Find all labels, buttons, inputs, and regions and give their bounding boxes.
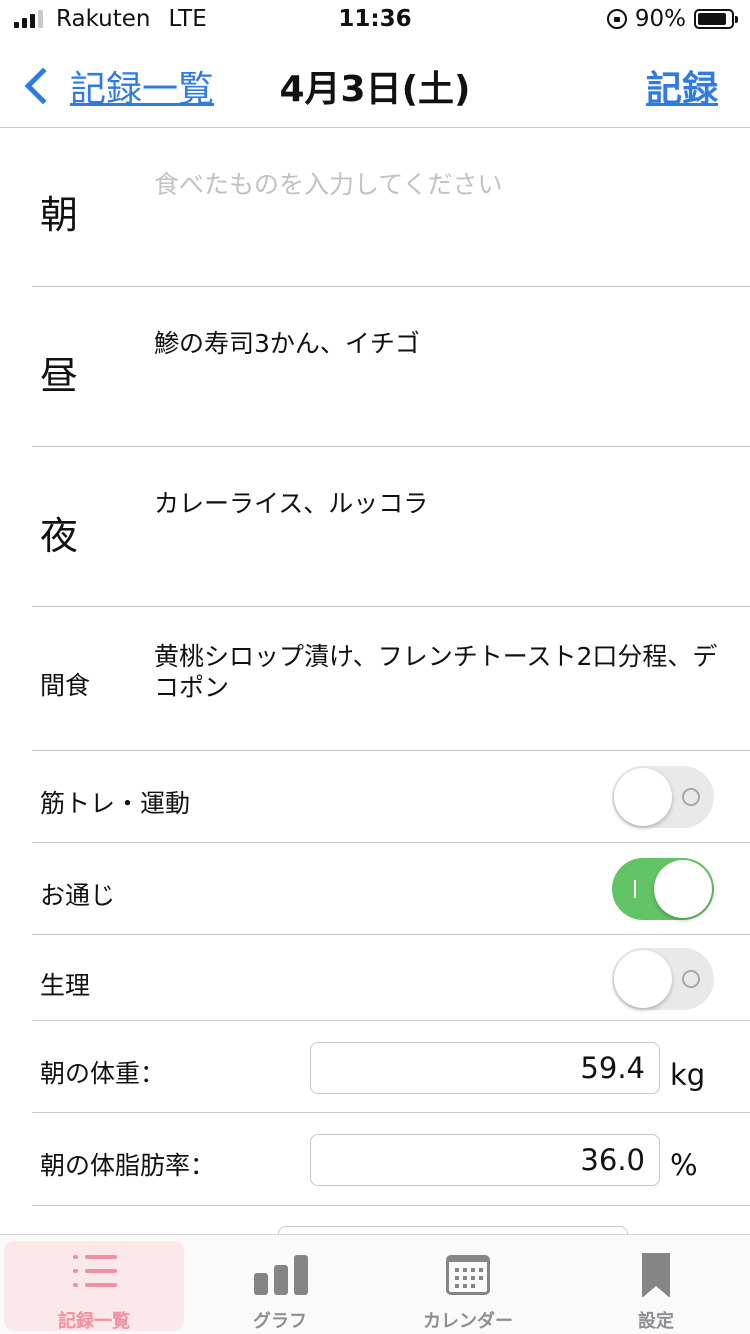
weight-input[interactable]: 59.4 [310,1042,660,1094]
tab-settings[interactable]: 設定 [566,1241,746,1332]
bodyfat-input[interactable]: 36.0 [310,1134,660,1186]
meal-row-lunch[interactable]: 昼 鯵の寿司3かん、イチゴ [32,288,750,447]
orientation-lock-icon [606,9,627,29]
meal-row-snack[interactable]: 間食 黄桃シロップ漬け、フレンチトースト2口分程、デコポン [32,608,750,751]
meal-input-dinner[interactable]: カレーライス、ルッコラ [154,488,724,519]
meal-input-breakfast[interactable]: 食べたものを入力してください [154,169,724,200]
meal-input-snack[interactable]: 黄桃シロップ漬け、フレンチトースト2口分程、デコポン [154,641,724,703]
list-icon [73,1253,117,1289]
period-toggle[interactable] [612,948,714,1010]
tab-record-list[interactable]: 記録一覧 [4,1241,184,1332]
meal-label: 朝 [40,193,79,237]
bookmark-icon [642,1253,670,1298]
meal-input-lunch[interactable]: 鯵の寿司3かん、イチゴ [154,328,724,359]
meal-label: 夜 [40,514,79,558]
exercise-toggle[interactable] [612,766,714,828]
bodyfat-unit: % [670,1148,698,1182]
bowel-toggle[interactable] [612,858,714,920]
tab-graph[interactable]: グラフ [190,1241,370,1332]
meal-row-dinner[interactable]: 夜 カレーライス、ルッコラ [32,448,750,607]
measurement-label: 朝の体重： [40,1059,166,1088]
weight-unit: kg [670,1058,706,1092]
tab-label: グラフ [253,1311,307,1332]
toggle-label: 筋トレ・運動 [40,789,191,818]
measurement-label: 朝の体脂肪率： [40,1151,216,1180]
battery-icon [694,9,738,29]
status-bar: Rakuten LTE 11:36 90% [0,0,750,40]
tab-label: 記録一覧 [58,1311,130,1332]
tab-bar: 記録一覧 グラフ カレンダー 設定 [0,1234,750,1334]
toggle-row-exercise: 筋トレ・運動 [32,752,750,843]
toggle-label: 生理 [40,971,91,1000]
tab-calendar[interactable]: カレンダー [378,1241,558,1332]
tab-label: 設定 [638,1311,674,1332]
bar-chart-icon [254,1255,308,1295]
navigation-bar: 記録一覧 4月3日(土) 記録 [0,40,750,128]
toggle-row-period: 生理 [32,936,750,1021]
measurement-row-bodyfat: 朝の体脂肪率： 36.0 % [32,1114,750,1206]
measurement-row-weight: 朝の体重： 59.4 kg [32,1022,750,1113]
battery-percent: 90% [634,6,686,32]
meal-label: 間食 [40,671,91,700]
meal-label: 昼 [40,354,79,398]
record-button[interactable]: 記録 [646,60,718,112]
page-title: 4月3日(土) [279,69,471,110]
meal-row-breakfast[interactable]: 朝 食べたものを入力してください [32,129,750,287]
calendar-icon [446,1255,490,1295]
toggle-label: お通じ [40,881,116,910]
toggle-row-bowel: お通じ [32,844,750,935]
tab-label: カレンダー [423,1311,513,1332]
